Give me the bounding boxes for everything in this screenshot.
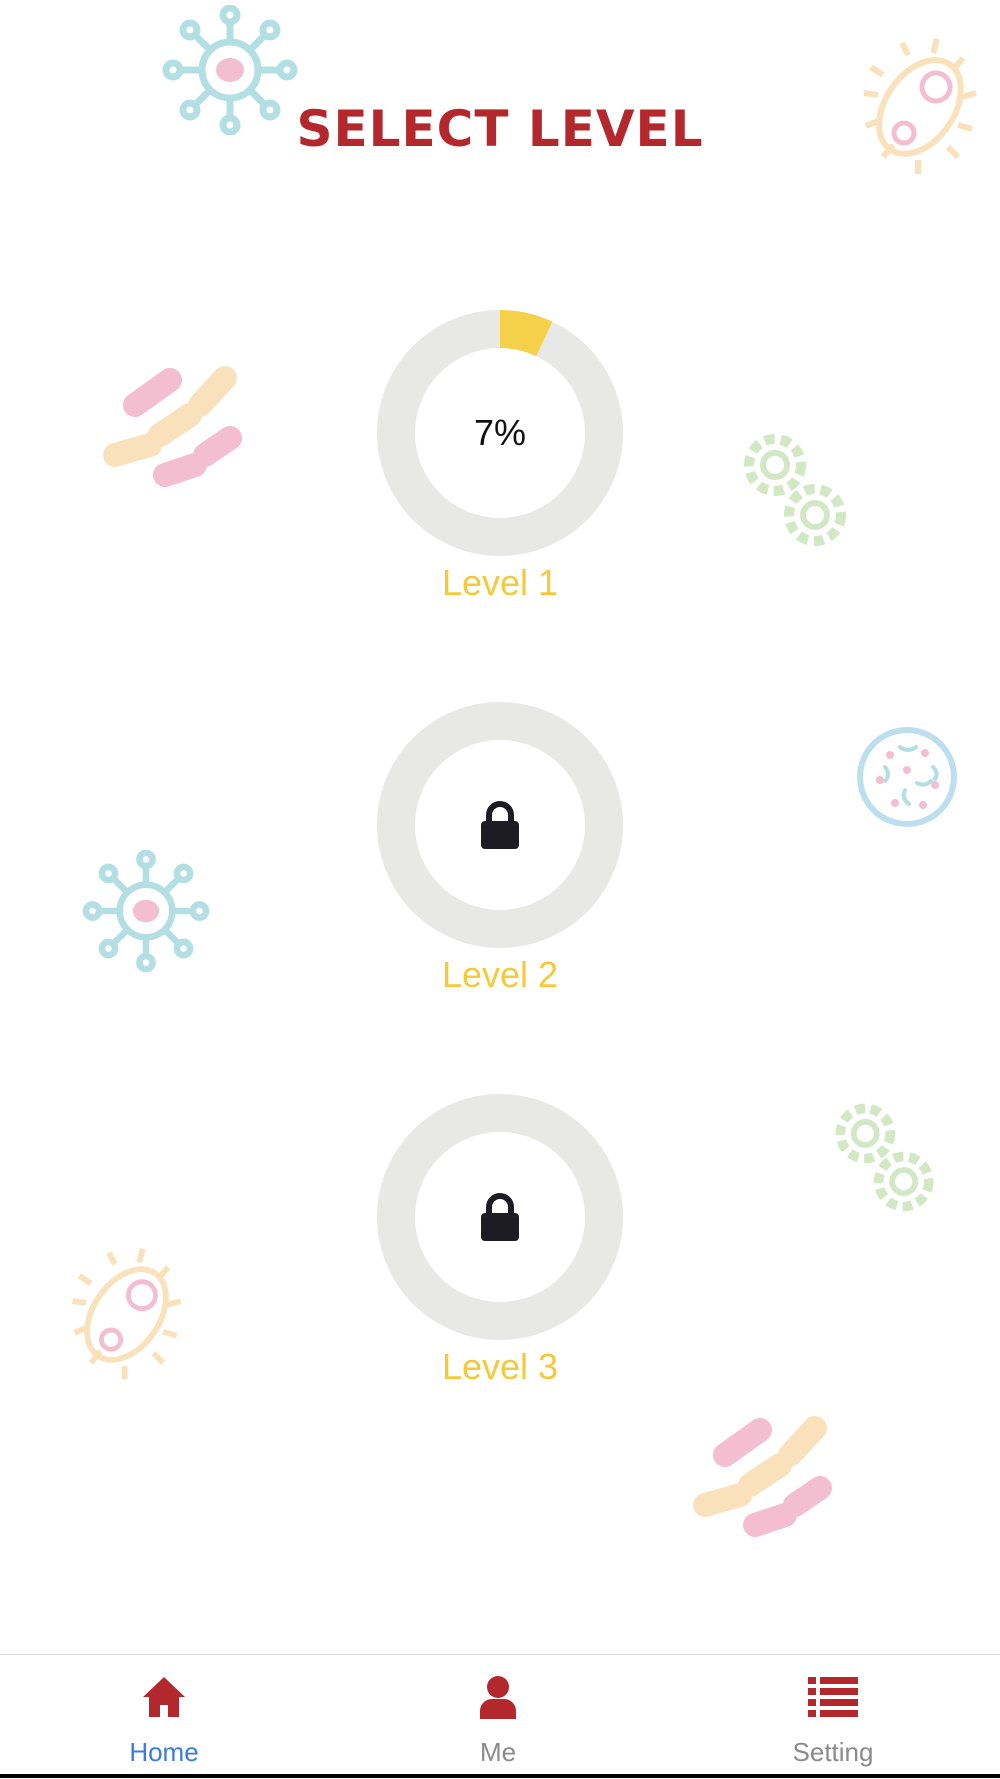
lock-icon [481,801,519,849]
level-3-card[interactable]: Level 3 [375,1094,625,1394]
home-icon [143,1677,185,1717]
level-2-label: Level 2 [441,954,559,995]
tab-setting-label: Setting [792,1737,874,1767]
tab-home-label: Home [129,1737,199,1767]
list-icon [808,1677,858,1717]
home-indicator-bar [0,1774,1000,1778]
level-1-card[interactable]: 7% Level 1 [375,310,625,610]
virus-icon [82,850,210,972]
ring-center [416,741,584,909]
level-1-percent: 7% [473,412,527,453]
level-2-card[interactable]: Level 2 [375,702,625,1002]
level-1-progress-ring[interactable]: 7% [377,310,623,556]
ring-center: 7% [416,349,584,517]
ring-center [416,1133,584,1301]
level-3-label: Level 3 [441,1346,559,1387]
user-icon [480,1676,516,1719]
page-title: SELECT LEVEL [296,100,704,158]
level-1-label: Level 1 [441,562,559,603]
tab-me[interactable]: Me [398,1655,598,1779]
level-3-progress-ring[interactable] [377,1094,623,1340]
bacilli-icon [103,366,242,487]
lock-icon [481,1193,519,1241]
tab-home[interactable]: Home [64,1655,264,1779]
tab-me-label: Me [479,1737,517,1767]
tab-bar: Home Me Setting [0,1654,1000,1779]
gear-microbe-icon [744,434,846,546]
gear-microbe-icon [835,1103,934,1212]
bacilli-icon [693,1416,832,1537]
tab-setting[interactable]: Setting [733,1655,933,1779]
petri-dish-icon [857,727,957,827]
level-2-progress-ring[interactable] [377,702,623,948]
bacterium-icon [72,1248,182,1380]
